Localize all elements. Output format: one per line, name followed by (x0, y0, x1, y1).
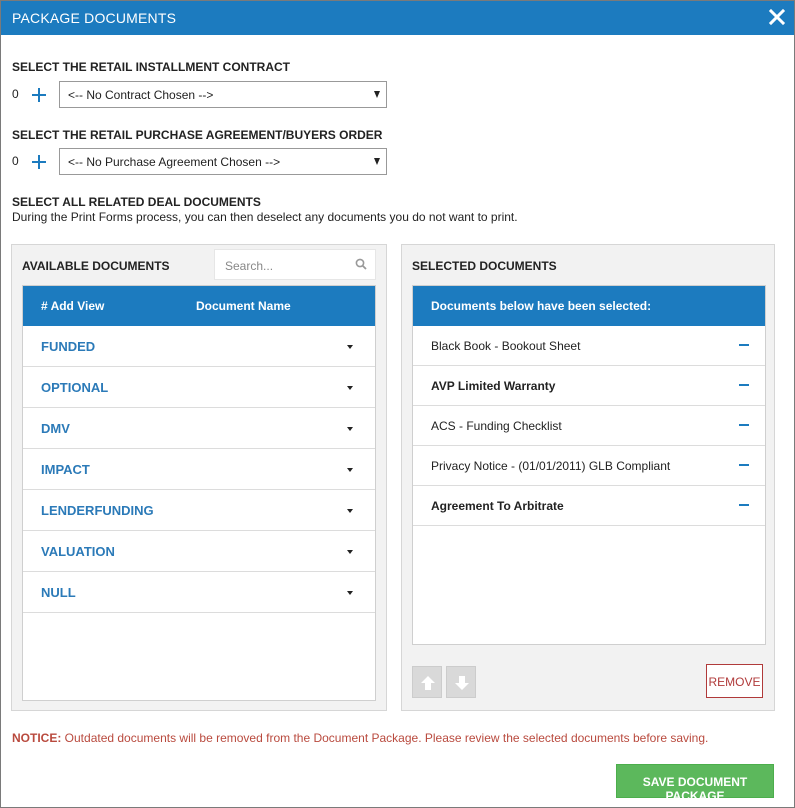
available-documents-title: AVAILABLE DOCUMENTS (22, 259, 170, 273)
category-label: OPTIONAL (41, 380, 109, 395)
selected-item-label: Black Book - Bookout Sheet (431, 339, 581, 353)
selected-item-label: AVP Limited Warranty (431, 379, 556, 393)
notice-body: Outdated documents will be removed from … (61, 731, 709, 745)
purchase-section-label: SELECT THE RETAIL PURCHASE AGREEMENT/BUY… (12, 128, 383, 142)
category-row-lenderfunding[interactable]: LENDERFUNDING (23, 490, 375, 531)
caret-down-icon[interactable] (347, 509, 353, 513)
contract-section-label: SELECT THE RETAIL INSTALLMENT CONTRACT (12, 60, 290, 74)
caret-down-icon[interactable] (347, 386, 353, 390)
selected-list-header: Documents below have been selected: (413, 286, 765, 326)
move-down-button[interactable] (446, 666, 476, 698)
selected-item[interactable]: Agreement To Arbitrate (413, 486, 765, 526)
category-row-funded[interactable]: FUNDED (23, 326, 375, 367)
selected-item-label: Privacy Notice - (01/01/2011) GLB Compli… (431, 459, 671, 473)
caret-down-icon[interactable] (347, 427, 353, 431)
minus-icon[interactable] (739, 384, 749, 386)
minus-icon[interactable] (739, 344, 749, 346)
search-icon[interactable] (355, 258, 367, 270)
selected-documents-panel: SELECTED DOCUMENTS Documents below have … (401, 244, 775, 711)
category-label: NULL (41, 585, 76, 600)
modal-titlebar: PACKAGE DOCUMENTS (1, 1, 794, 35)
caret-down-icon[interactable] (347, 550, 353, 554)
category-label: IMPACT (41, 462, 90, 477)
selected-item[interactable]: Black Book - Bookout Sheet (413, 326, 765, 366)
caret-down-icon[interactable] (347, 345, 353, 349)
remove-button[interactable]: REMOVE (706, 664, 763, 698)
selected-documents-list: Documents below have been selected: Blac… (412, 285, 766, 645)
purchase-select[interactable]: <-- No Purchase Agreement Chosen --> (59, 148, 387, 175)
contract-select[interactable]: <-- No Contract Chosen --> (59, 81, 387, 108)
add-contract-plus-icon[interactable] (32, 88, 46, 102)
chevron-down-icon (374, 91, 380, 98)
package-documents-modal: PACKAGE DOCUMENTS SELECT THE RETAIL INST… (0, 0, 795, 808)
arrow-up-icon (421, 676, 435, 690)
modal-title: PACKAGE DOCUMENTS (12, 10, 177, 26)
notice-text: NOTICE: Outdated documents will be remov… (12, 731, 708, 745)
selected-item-label: ACS - Funding Checklist (431, 419, 562, 433)
available-list-header: # Add View Document Name (23, 286, 375, 326)
minus-icon[interactable] (739, 464, 749, 466)
selected-item-label: Agreement To Arbitrate (431, 499, 564, 513)
category-row-valuation[interactable]: VALUATION (23, 531, 375, 572)
search-input[interactable]: Search... (214, 249, 376, 280)
notice-prefix: NOTICE: (12, 731, 62, 745)
caret-down-icon[interactable] (347, 591, 353, 595)
chevron-down-icon (374, 158, 380, 165)
minus-icon[interactable] (739, 424, 749, 426)
header-add-view[interactable]: # Add View (41, 299, 104, 313)
save-document-package-button[interactable]: SAVE DOCUMENT PACKAGE (616, 764, 774, 803)
minus-icon[interactable] (739, 504, 749, 506)
category-label: VALUATION (41, 544, 115, 559)
purchase-count: 0 (12, 154, 19, 168)
available-documents-list: # Add View Document Name FUNDED OPTIONAL… (22, 285, 376, 701)
related-section-label: SELECT ALL RELATED DEAL DOCUMENTS (12, 195, 261, 209)
contract-select-value: <-- No Contract Chosen --> (68, 88, 214, 102)
selected-item[interactable]: Privacy Notice - (01/01/2011) GLB Compli… (413, 446, 765, 486)
add-purchase-plus-icon[interactable] (32, 155, 46, 169)
search-placeholder: Search... (225, 259, 274, 273)
selected-header-text: Documents below have been selected: (431, 299, 652, 313)
selected-item[interactable]: AVP Limited Warranty (413, 366, 765, 406)
related-help-text: During the Print Forms process, you can … (12, 210, 518, 224)
selected-item[interactable]: ACS - Funding Checklist (413, 406, 765, 446)
category-row-null[interactable]: NULL (23, 572, 375, 613)
category-label: LENDERFUNDING (41, 503, 154, 518)
close-icon[interactable] (767, 7, 787, 27)
arrow-down-icon (455, 676, 469, 690)
contract-count: 0 (12, 87, 19, 101)
header-document-name[interactable]: Document Name (196, 299, 291, 313)
category-row-optional[interactable]: OPTIONAL (23, 367, 375, 408)
selected-documents-title: SELECTED DOCUMENTS (412, 259, 557, 273)
category-label: DMV (41, 421, 70, 436)
category-label: FUNDED (41, 339, 96, 354)
category-row-dmv[interactable]: DMV (23, 408, 375, 449)
category-row-impact[interactable]: IMPACT (23, 449, 375, 490)
purchase-select-value: <-- No Purchase Agreement Chosen --> (68, 155, 281, 169)
move-up-button[interactable] (412, 666, 442, 698)
available-documents-panel: AVAILABLE DOCUMENTS Search... # Add View… (11, 244, 387, 711)
caret-down-icon[interactable] (347, 468, 353, 472)
